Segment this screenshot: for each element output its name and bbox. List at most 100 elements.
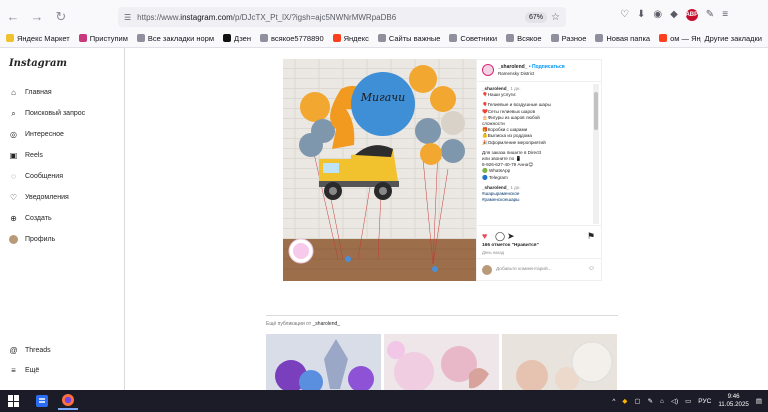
main-content: Мигачи _sharolend_ • Подписаться Ramensk… (125, 48, 768, 390)
sidebar-item-home[interactable]: ⌂ Главная (9, 88, 52, 97)
pocket-icon[interactable]: ♡ (620, 9, 629, 21)
comment-username[interactable]: _sharolend_ (482, 185, 509, 190)
bookmark-item[interactable]: Все закладки норм (136, 34, 214, 43)
sidebar-item-messenger[interactable]: ◌ Сообщения (9, 172, 63, 181)
firefox-taskbar-icon[interactable] (58, 392, 78, 410)
tray-app-icon[interactable]: ▢ (634, 397, 640, 405)
sidebar-item-reels[interactable]: ▣ Reels (9, 151, 43, 160)
threads-icon: @ (9, 346, 18, 355)
bookmark-icon (223, 34, 231, 42)
instagram-logo[interactable]: Instagram (9, 58, 67, 69)
chevron-up-icon[interactable]: ^ (612, 398, 615, 405)
author-avatar[interactable] (482, 64, 494, 76)
comment-icon[interactable]: ◯ (495, 231, 505, 242)
comment-time: 1 дн. (510, 184, 521, 190)
caption-time: 1 дн. (510, 86, 521, 91)
account-icon[interactable]: ◉ (653, 9, 662, 21)
sidebar-item-heart[interactable]: ♡ Уведомления (9, 193, 69, 202)
bookmark-icon (6, 34, 14, 42)
home-icon: ⌂ (11, 88, 16, 97)
sidebar-item-threads[interactable]: @ Threads (9, 346, 50, 355)
adblock-icon[interactable]: ABP (685, 9, 698, 21)
bookmark-item[interactable]: Советники (449, 34, 497, 43)
browser-toolbar: ← → ↻ ☰ https://www.instagram.com/p/DJcT… (0, 0, 768, 48)
bookmark-item[interactable]: Яндекс (332, 34, 369, 43)
other-bookmarks[interactable]: Другие закладки (700, 29, 762, 47)
address-bar[interactable]: ☰ https://www.instagram.com/p/DJcTX_Pt_l… (118, 7, 566, 27)
more-posts-user[interactable]: _sharolend_ (313, 321, 341, 327)
sidebar-item-avatar[interactable]: Профиль (9, 235, 55, 244)
forward-icon[interactable]: → (30, 9, 44, 25)
network-icon[interactable]: ⌂ (660, 398, 664, 405)
bookmark-item[interactable]: Сайты важные (377, 34, 440, 43)
bookmarks-bar: Яндекс Маркет Приступим Все закладки норм Д… (0, 29, 768, 47)
sidebar-item-search[interactable]: ⌕ Поисковый запрос (9, 109, 85, 118)
site-info-icon[interactable]: ☰ (124, 13, 131, 22)
emoji-icon[interactable]: ☺ (588, 265, 595, 272)
bookmark-item[interactable]: Дзен (223, 34, 251, 43)
extension-icon[interactable]: ◆ (670, 9, 678, 21)
battery-icon[interactable]: ▭ (685, 397, 691, 405)
bookmark-icon (78, 34, 87, 42)
bookmark-icon (659, 34, 668, 42)
bookmark-icon (595, 34, 604, 42)
windows-start-icon[interactable] (8, 395, 20, 407)
search-icon: ⌕ (11, 108, 16, 118)
volume-icon[interactable]: ◁) (671, 397, 678, 405)
bookmark-icon (550, 34, 559, 42)
caption-line: 🔵 Telegram (482, 174, 508, 180)
more-post-thumbnail[interactable] (384, 334, 499, 390)
sidebar-item-more[interactable]: ≡ Ещё (9, 366, 39, 375)
bookmark-item[interactable]: всякое5778890 (260, 34, 324, 43)
follow-button[interactable]: • Подписаться (529, 64, 565, 70)
menu-icon[interactable]: ≡ (722, 9, 728, 21)
bookmark-icon (136, 34, 145, 42)
post-header: _sharolend_ • Подписаться Ramensky Distr… (477, 60, 601, 82)
caption-text: 🎈Наши услуги: 🎈Гелиевые и воздушные шары ❤… (482, 92, 588, 181)
more-post-thumbnail[interactable] (266, 334, 381, 390)
more-post-thumbnail[interactable] (502, 334, 617, 390)
bookmark-item[interactable]: Новая папка (595, 34, 650, 43)
bookmark-icon (377, 34, 386, 42)
bookmark-star-icon[interactable]: ☆ (551, 12, 560, 23)
post-image[interactable]: Мигачи (283, 59, 476, 281)
save-icon[interactable]: ⚑ (587, 231, 595, 242)
tray-app-icon[interactable]: ◆ (622, 397, 627, 405)
author-username[interactable]: _sharolend_ (498, 64, 527, 70)
likes-count[interactable]: 166 отметок "Нравится" (482, 243, 539, 248)
second-comment: _sharolend_ 1 дн. #шарыраменское #раменс… (482, 185, 588, 204)
pen-icon[interactable]: ✎ (648, 397, 653, 405)
share-icon[interactable]: ➤ (507, 231, 515, 242)
like-icon[interactable]: ♥ (482, 231, 487, 241)
notifications-icon[interactable]: ▤ (756, 397, 762, 405)
divider (266, 315, 618, 316)
post-actions: ♥ ◯ ➤ ⚑ 166 отметок "Нравится" День наза… (477, 225, 601, 257)
bookmark-item[interactable]: Всякое (506, 34, 542, 43)
sidebar-item-plus[interactable]: ⊕ Создать (9, 214, 51, 223)
compass-icon: ◎ (10, 130, 17, 139)
language-indicator[interactable]: РУС (698, 398, 711, 405)
messenger-icon: ◌ (11, 172, 16, 181)
bookmark-item[interactable]: Приступим (78, 34, 128, 43)
reload-icon[interactable]: ↻ (54, 9, 68, 25)
avatar-icon (9, 235, 18, 244)
balloon-text: Мигачи (360, 91, 405, 104)
post-location[interactable]: Ramensky District (498, 71, 534, 76)
hashtag[interactable]: #раменскоешары (482, 197, 588, 203)
bookmark-icon (449, 34, 458, 42)
downloads-icon[interactable]: ⬇ (637, 9, 645, 21)
app-shield-icon[interactable] (32, 392, 52, 410)
zoom-level[interactable]: 67% (525, 11, 548, 23)
caption-username[interactable]: _sharolend_ (482, 86, 509, 91)
clock[interactable]: 9:46 11.05.2025 (718, 393, 749, 409)
url-text[interactable]: https://www.instagram.com/p/DJcTX_Pt_lX/… (137, 13, 525, 22)
comment-input[interactable]: Добавьте комментарий... (496, 267, 552, 272)
bookmark-item[interactable]: Яндекс Маркет (6, 34, 70, 43)
add-comment-row: Добавьте комментарий... ☺ (477, 258, 601, 280)
comments-scrollbar[interactable] (593, 84, 599, 224)
extensions-icon[interactable]: ✎ (706, 9, 714, 21)
bookmark-item[interactable]: Разное (550, 34, 586, 43)
sidebar-item-compass[interactable]: ◎ Интересное (9, 130, 64, 139)
windows-taskbar: ^ ◆ ▢ ✎ ⌂ ◁) ▭ РУС 9:46 11.05.2025 ▤ (0, 390, 768, 412)
back-icon[interactable]: ← (6, 9, 20, 25)
